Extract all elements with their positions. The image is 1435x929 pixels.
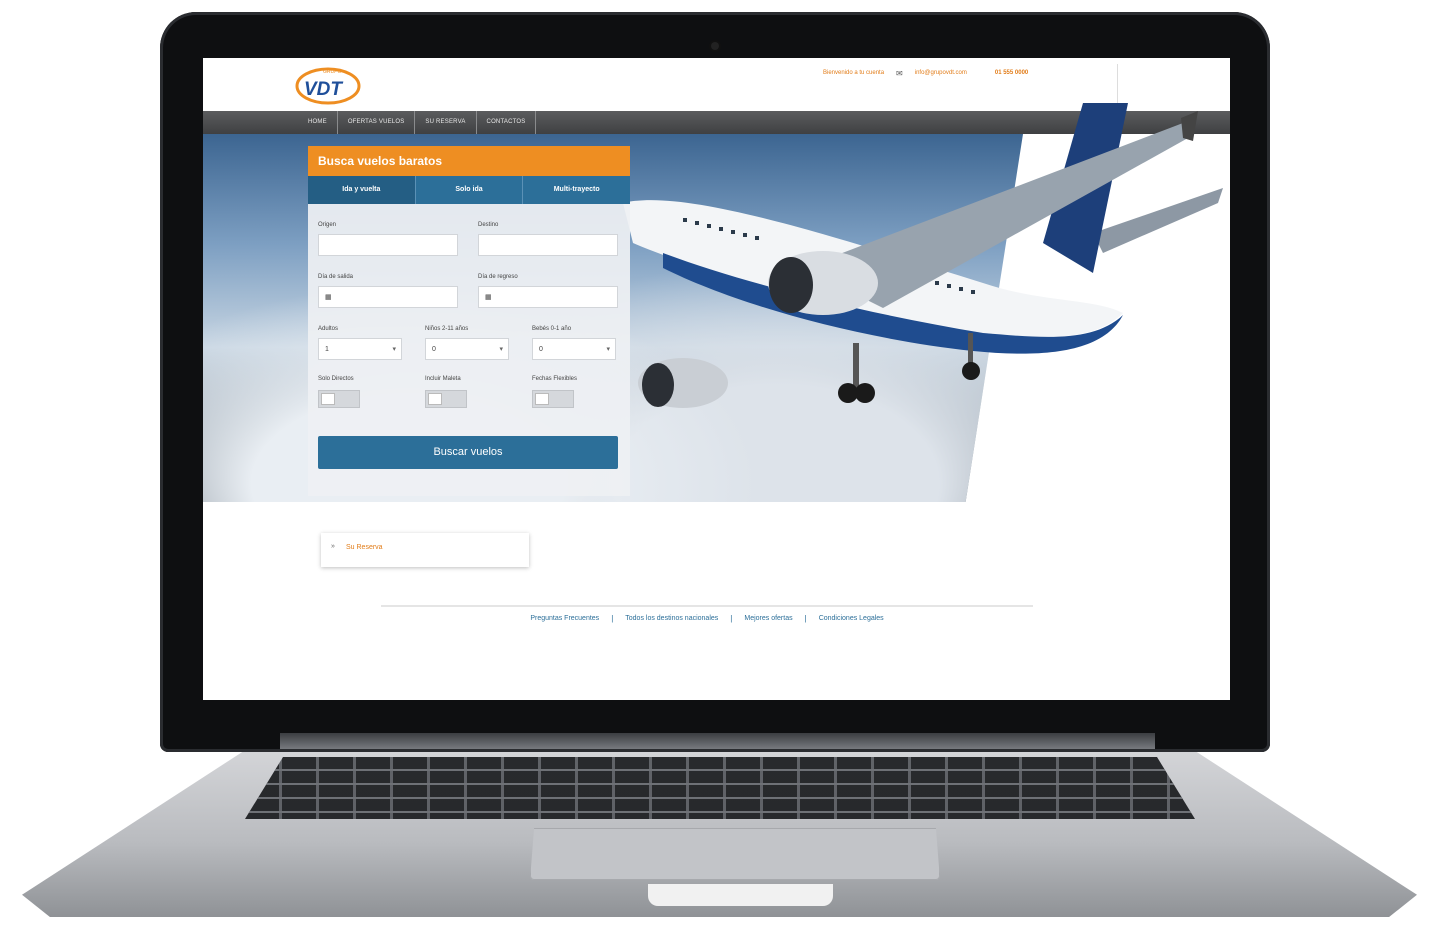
- include-bag-toggle[interactable]: [425, 390, 467, 408]
- destination-input[interactable]: [478, 234, 618, 256]
- laptop-trackpad: [530, 828, 940, 880]
- my-reservation-link[interactable]: Su Reserva: [346, 544, 383, 551]
- nav-home[interactable]: HOME: [298, 111, 338, 134]
- nav-ofertas-vuelos[interactable]: OFERTAS VUELOS: [338, 111, 416, 134]
- depart-date-input[interactable]: ▦: [318, 286, 458, 308]
- email-link[interactable]: info@grupovdt.com: [915, 70, 967, 76]
- calendar-icon: ▦: [485, 294, 492, 301]
- destination-label: Destino: [478, 222, 499, 228]
- laptop-front-notch: [648, 884, 833, 906]
- direct-only-toggle[interactable]: [318, 390, 360, 408]
- bullet-icon: »: [331, 543, 335, 550]
- tab-one-way[interactable]: Solo ida: [416, 176, 524, 204]
- webcam-icon: [711, 42, 719, 50]
- infants-label: Bebés 0-1 año: [532, 326, 572, 332]
- laptop-screen: GRUPO VDT Bienvenido a tu cuenta ✉ info@…: [203, 58, 1230, 700]
- footer-link-destinations[interactable]: Todos los destinos nacionales: [613, 615, 730, 622]
- children-select[interactable]: 0: [425, 338, 509, 361]
- top-links: Bienvenido a tu cuenta ✉ info@grupovdt.c…: [823, 66, 1028, 80]
- airplane-image: [623, 93, 1223, 423]
- phone-number: 01 555 0000: [994, 70, 1029, 76]
- calendar-icon: ▦: [325, 294, 332, 301]
- logo-icon: GRUPO VDT: [295, 67, 361, 105]
- origin-input[interactable]: [318, 234, 458, 256]
- flight-search-widget: Busca vuelos baratos Ida y vuelta Solo i…: [308, 146, 630, 496]
- flexible-dates-label: Fechas Flexibles: [532, 376, 578, 382]
- widget-title: Busca vuelos baratos: [308, 146, 630, 176]
- logo-text: VDT: [304, 79, 343, 100]
- footer-link-legal[interactable]: Condiciones Legales: [807, 615, 896, 622]
- logo-top-text: GRUPO: [323, 69, 341, 75]
- origin-label: Origen: [318, 222, 337, 228]
- direct-only-label: Solo Directos: [318, 376, 354, 382]
- trip-type-tabs: Ida y vuelta Solo ida Multi-trayecto: [308, 176, 630, 204]
- footer-links: Preguntas Frecuentes | Todos los destino…: [381, 605, 1033, 629]
- nav-contactos[interactable]: CONTACTOS: [477, 111, 537, 134]
- account-link[interactable]: Bienvenido a tu cuenta: [823, 70, 884, 76]
- search-flights-button[interactable]: Buscar vuelos: [318, 436, 618, 469]
- tab-round-trip[interactable]: Ida y vuelta: [308, 176, 416, 204]
- adults-select[interactable]: 1: [318, 338, 402, 361]
- footer-link-offers[interactable]: Mejores ofertas: [732, 615, 804, 622]
- mail-icon: ✉: [896, 68, 903, 78]
- return-date-label: Día de regreso: [478, 274, 518, 280]
- adults-label: Adultos: [318, 326, 339, 332]
- infants-select[interactable]: 0: [532, 338, 616, 361]
- depart-date-label: Día de salida: [318, 274, 354, 280]
- nav-su-reserva[interactable]: SU RESERVA: [415, 111, 477, 134]
- my-reservation-box[interactable]: » Su Reserva: [321, 533, 529, 567]
- footer-link-faq[interactable]: Preguntas Frecuentes: [518, 615, 611, 622]
- vdt-logo[interactable]: GRUPO VDT: [295, 64, 365, 106]
- laptop-hinge: [280, 733, 1155, 749]
- include-bag-label: Incluir Maleta: [425, 376, 461, 382]
- laptop-keyboard-rows: [245, 757, 1195, 819]
- flexible-dates-toggle[interactable]: [532, 390, 574, 408]
- tab-multi-city[interactable]: Multi-trayecto: [523, 176, 630, 204]
- return-date-input[interactable]: ▦: [478, 286, 618, 308]
- children-label: Niños 2-11 años: [425, 326, 469, 332]
